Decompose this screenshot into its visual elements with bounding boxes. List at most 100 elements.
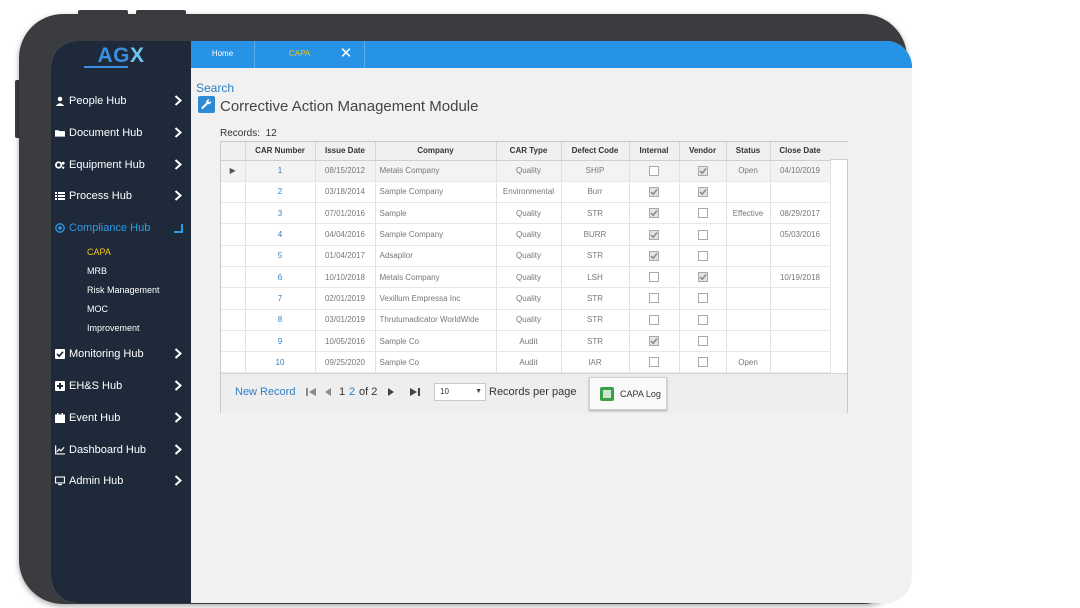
row-selector[interactable] [221,223,246,246]
vendor-cell [679,309,727,331]
vendor-checkbox[interactable] [697,336,708,347]
internal-cell [629,202,680,225]
sidebar-item-compliance[interactable]: Compliance Hub [51,216,191,240]
internal-checkbox[interactable] [649,229,659,240]
table-row[interactable]: 6 10/10/2018 Metals Company Quality LSH 10/19… [221,266,831,289]
car-number-link[interactable]: 3 [245,202,316,225]
sidebar-subitem-mrb[interactable]: MRB [87,264,107,278]
vendor-checkbox[interactable] [697,293,708,304]
column-header[interactable]: Issue Date [315,142,376,161]
column-header[interactable]: Close Date [770,142,831,161]
close-date-cell [770,287,831,310]
table-row[interactable]: 5 01/04/2017 Adsapilor Quality STR [221,245,831,267]
row-selector[interactable] [221,287,246,310]
company-cell: Sample Co [375,330,497,353]
table-row[interactable]: 2 03/18/2014 Sample Company Environmental Bu… [221,181,831,204]
column-header[interactable]: CAR Number [245,142,316,161]
sidebar-subitem-risk-management[interactable]: Risk Management [87,283,160,297]
row-selector[interactable] [221,266,246,289]
car-number-link[interactable]: 1 [245,160,316,182]
column-header[interactable]: Status [726,142,771,161]
sidebar-subitem-improvement[interactable]: Improvement [87,321,140,335]
column-header[interactable]: Defect Code [561,142,630,161]
table-row[interactable]: 10 09/25/2020 Sample Co Audit IAR Open [221,351,831,374]
car-type-cell: Quality [496,266,562,289]
vendor-checkbox[interactable] [697,229,708,240]
close-date-cell [770,309,831,331]
car-number-link[interactable]: 10 [245,351,316,374]
capa-log-button[interactable]: CAPA Log [589,377,667,410]
tab-home[interactable]: Home [191,41,255,68]
sidebar-item-dashboard[interactable]: Dashboard Hub [51,438,191,462]
table-row[interactable]: 9 10/05/2016 Sample Co Audit STR [221,330,831,353]
sidebar-subitem-capa[interactable]: CAPA [87,245,111,259]
internal-checkbox[interactable] [649,293,659,304]
internal-checkbox[interactable] [649,272,659,283]
vendor-checkbox[interactable] [697,250,708,261]
table-row[interactable]: ▶ 1 08/15/2012 Metals Company Quality SHIP Ope… [221,160,831,182]
vendor-checkbox[interactable] [697,186,708,197]
row-selector[interactable] [221,351,246,374]
new-record-link[interactable]: New Record [235,386,296,398]
sidebar-item-process[interactable]: Process Hub [51,184,191,208]
internal-checkbox[interactable] [649,336,659,347]
row-selector[interactable] [221,330,246,353]
sidebar-item-monitoring[interactable]: Monitoring Hub [51,342,191,366]
row-selector[interactable] [221,309,246,331]
internal-checkbox[interactable] [649,250,659,261]
search-link[interactable]: Search [196,81,234,95]
issue-date-cell: 10/05/2016 [315,330,376,353]
sidebar-item-ehs[interactable]: EH&S Hub [51,374,191,398]
table-row[interactable]: 8 03/01/2019 Thrutumadicator WorldWide Qual… [221,309,831,331]
column-header[interactable]: Internal [629,142,680,161]
page-size-select[interactable]: 10 ▼ [434,383,486,401]
car-number-link[interactable]: 7 [245,287,316,310]
internal-checkbox[interactable] [649,357,659,368]
internal-cell [629,181,680,204]
first-page-icon[interactable] [306,387,317,400]
internal-checkbox[interactable] [649,208,659,219]
internal-checkbox[interactable] [649,314,659,325]
internal-checkbox[interactable] [649,186,659,197]
sidebar-subitem-moc[interactable]: MOC [87,302,108,316]
sidebar-item-document[interactable]: Document Hub [51,121,191,145]
sidebar-item-equipment[interactable]: Equipment Hub [51,153,191,177]
column-header[interactable]: CAR Type [496,142,562,161]
row-selector[interactable] [221,202,246,225]
internal-cell [629,223,680,246]
row-selector[interactable] [221,181,246,204]
last-page-icon[interactable] [409,387,420,400]
vendor-checkbox[interactable] [697,272,708,283]
page-number-link[interactable]: 2 [349,386,355,398]
close-icon[interactable]: ✕ [339,46,353,62]
sidebar-item-label: Monitoring Hub [69,348,144,360]
internal-checkbox[interactable] [649,165,659,176]
row-selector[interactable] [221,245,246,267]
table-row[interactable]: 7 02/01/2019 Vexillum Empressa Inc Quality S… [221,287,831,310]
row-selector[interactable]: ▶ [221,160,246,182]
collapse-icon [171,221,185,236]
vendor-checkbox[interactable] [697,208,708,219]
chevron-right-icon [171,347,185,362]
close-date-cell: 05/03/2016 [770,223,831,246]
prev-page-icon[interactable] [324,387,332,400]
car-number-link[interactable]: 8 [245,309,316,331]
column-header[interactable]: Vendor [679,142,727,161]
car-number-link[interactable]: 6 [245,266,316,289]
sidebar-item-event[interactable]: Event Hub [51,406,191,430]
tab-capa[interactable]: CAPA ✕ [255,41,365,68]
vendor-checkbox[interactable] [697,165,708,176]
car-number-link[interactable]: 2 [245,181,316,204]
sidebar-item-people[interactable]: People Hub [51,89,191,113]
vendor-checkbox[interactable] [697,314,708,325]
car-number-link[interactable]: 5 [245,245,316,267]
column-header[interactable]: Company [375,142,497,161]
car-number-link[interactable]: 4 [245,223,316,246]
vendor-cell [679,266,727,289]
vendor-checkbox[interactable] [697,357,708,368]
table-row[interactable]: 3 07/01/2016 Sample Quality STR Effective 08/2… [221,202,831,225]
car-number-link[interactable]: 9 [245,330,316,353]
sidebar-item-admin[interactable]: Admin Hub [51,469,191,493]
table-row[interactable]: 4 04/04/2016 Sample Company Quality BURR 05/0… [221,223,831,246]
next-page-icon[interactable] [387,387,395,400]
